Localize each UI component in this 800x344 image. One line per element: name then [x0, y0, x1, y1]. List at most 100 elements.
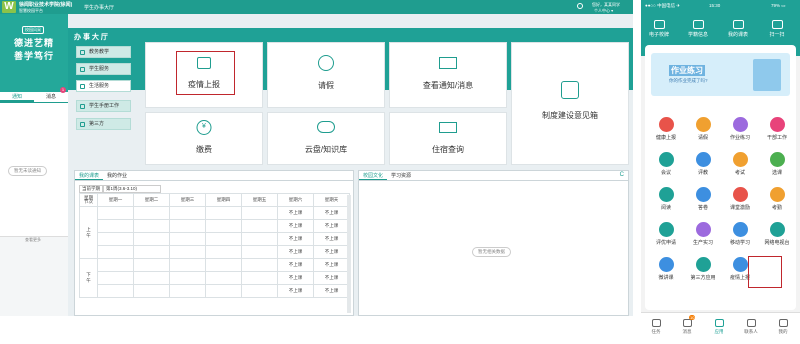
app-item[interactable]: 健康上报	[649, 117, 683, 141]
tile-payment[interactable]: ¥ 缴费	[145, 112, 263, 165]
tile-dorm-query[interactable]: 住宿查询	[389, 112, 507, 165]
app-item[interactable]: 考勤	[760, 187, 794, 211]
app-item[interactable]: 评教	[686, 152, 720, 176]
yen-icon: ¥	[196, 120, 212, 135]
tile-label: 请假	[318, 81, 334, 90]
app-item[interactable]: 网络电视台	[760, 222, 794, 246]
table-row: 上 午不上课 不上课	[79, 206, 350, 259]
app-item[interactable]: 第三方应用	[686, 257, 720, 281]
hall-title: 办 事 大 厅	[74, 34, 108, 41]
tab-notice[interactable]: 通知	[0, 92, 34, 102]
nav-label: 消息	[682, 329, 692, 334]
app-item[interactable]: 考试	[723, 152, 757, 176]
tile-suggestion-box[interactable]: 制度建设意见箱	[511, 42, 629, 165]
nav-third-party[interactable]: 第三方	[76, 118, 131, 130]
refresh-icon[interactable]: C	[620, 172, 624, 178]
nav-teaching[interactable]: 教务教学	[76, 46, 131, 58]
more-link[interactable]: 查看更多	[25, 237, 41, 243]
header-cell: 星期四	[205, 193, 242, 207]
carrier: ●●○○ 中国电信 ✈	[645, 3, 681, 8]
cell: 不上课	[277, 219, 314, 233]
app-item[interactable]: 会议	[649, 152, 683, 176]
slogan-line-2: 善学笃行	[13, 51, 54, 61]
nav-label: 我的	[778, 329, 788, 334]
cell: 不上课	[277, 245, 314, 259]
quick-label: 电子校牌	[648, 32, 669, 38]
clock-icon	[318, 55, 334, 71]
avatar-icon[interactable]	[577, 3, 583, 9]
app-icon	[695, 117, 711, 132]
app-label: 阅读	[660, 205, 671, 211]
tile-label: 住宿查询	[432, 145, 464, 154]
app-icon	[732, 187, 748, 202]
app-item[interactable]: 课堂激励	[723, 187, 757, 211]
news-tabs: 校园文化 学习资源	[359, 171, 628, 181]
app-item[interactable]: 评优申请	[649, 222, 683, 246]
nav-tasks[interactable]: 任务	[644, 319, 668, 335]
app-icon	[732, 257, 748, 272]
app-label: 生产实习	[692, 240, 713, 246]
tab-my-homework[interactable]: 我的作业	[103, 171, 131, 180]
nav-me[interactable]: 我的	[771, 319, 795, 335]
app-item[interactable]: 微讲课	[649, 257, 683, 281]
quick-label: 扫一扫	[769, 32, 785, 38]
quick-scan[interactable]: 扫一扫	[762, 20, 792, 38]
app-item[interactable]: 生产实习	[686, 222, 720, 246]
table-row: 下 午不上课 不上课	[79, 258, 350, 298]
header-cell: 星期五	[241, 193, 278, 207]
tile-epidemic-report[interactable]: 疫情上报	[145, 42, 263, 108]
banner-subtitle: 你的作业完成了吗?	[669, 78, 708, 83]
app-label: 请假	[697, 135, 708, 141]
tab-message[interactable]: 消息 1	[34, 87, 68, 102]
nav-apps[interactable]: 应用	[707, 319, 731, 335]
cell: 不上课	[277, 284, 314, 298]
app-label: 移动学习	[729, 240, 750, 246]
tile-label: 制度建设意见箱	[542, 111, 598, 120]
header-cell: 星期三	[169, 193, 206, 207]
nav-contacts[interactable]: 联系人	[739, 319, 763, 335]
nav-messages[interactable]: 消息 10	[675, 315, 699, 335]
app-icon	[732, 152, 748, 167]
nav-handbook[interactable]: 学生手册工作	[76, 100, 131, 112]
tab-campus-culture[interactable]: 校园文化	[359, 171, 388, 180]
id-card-icon	[653, 20, 665, 29]
tab-my-schedule[interactable]: 我的课表	[75, 171, 104, 180]
nav-student-service[interactable]: 学生服务	[76, 63, 131, 75]
morning-label: 上 午	[79, 206, 98, 259]
cell: 不上课	[313, 284, 350, 298]
scrollbar[interactable]	[347, 195, 351, 313]
profile-icon	[778, 319, 788, 327]
app-label: 课堂激励	[729, 205, 750, 211]
tab-learning-resources[interactable]: 学习资源	[387, 171, 415, 180]
banner-tag: 校园风采	[22, 26, 44, 34]
term-select[interactable]: 当前学期	[79, 185, 103, 193]
tile-leave[interactable]: 请假	[267, 42, 385, 108]
quick-schedule[interactable]: 我的课表	[723, 20, 753, 38]
app-label: 微讲课	[658, 275, 674, 281]
promo-banner[interactable]: 作业练习 你的作业完成了吗?	[651, 53, 790, 96]
quick-eid[interactable]: 电子校牌	[644, 20, 674, 38]
app-item[interactable]: 移动学习	[723, 222, 757, 246]
quick-student-info[interactable]: 学籍信息	[683, 20, 713, 38]
tile-notifications[interactable]: 查看通知/消息	[389, 42, 507, 108]
app-item[interactable]: 干部工作	[760, 117, 794, 141]
tile-cloud-disk[interactable]: 云盘/知识库	[267, 112, 385, 165]
app-item[interactable]: 答卷	[686, 187, 720, 211]
app-icon	[658, 257, 674, 272]
app-label: 选课	[771, 170, 782, 176]
nav-life-service[interactable]: 生活服务	[76, 80, 131, 92]
app-item[interactable]: 请假	[686, 117, 720, 141]
app-label: 考勤	[771, 205, 782, 211]
envelope-icon	[439, 57, 457, 69]
table-row: 星期 节次 星期一 星期二 星期三 星期四 星期五 星期六 星期天	[79, 193, 350, 207]
app-item[interactable]: 阅读	[649, 187, 683, 211]
bottom-nav: 任务 消息 10 应用 联系人 我的	[641, 312, 800, 344]
week-select[interactable]: 第1周(3.6-3.10)	[103, 185, 161, 193]
highlight-box	[748, 256, 782, 288]
app-item[interactable]: 作业练习	[723, 117, 757, 141]
section-title: 学生办事大厅	[84, 5, 115, 11]
app-label: 答卷	[697, 205, 708, 211]
clock: 15:30	[709, 3, 721, 8]
app-item[interactable]: 选课	[760, 152, 794, 176]
app-label: 第三方应用	[690, 275, 716, 281]
